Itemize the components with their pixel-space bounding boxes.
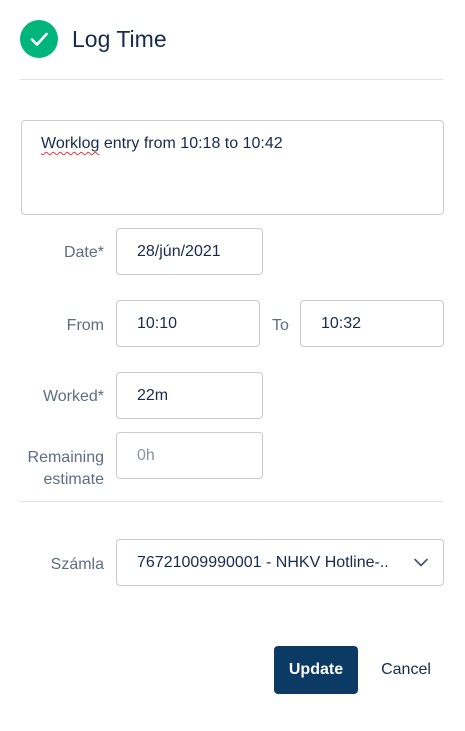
chevron-down-icon <box>414 554 428 572</box>
header-divider <box>20 79 443 80</box>
account-label: Számla <box>50 556 104 573</box>
update-button[interactable]: Update <box>274 646 358 694</box>
account-select[interactable]: 76721009990001 - NHKV Hotline-.. <box>116 539 444 586</box>
to-time-input[interactable]: 10:32 <box>300 300 444 347</box>
dialog-title: Log Time <box>72 25 167 52</box>
comment-text: entry from 10:18 to 10:42 <box>99 135 283 152</box>
account-selected-value: 76721009990001 - NHKV Hotline-.. <box>137 553 389 571</box>
from-label: From <box>66 317 104 334</box>
from-time-input[interactable]: 10:10 <box>116 300 260 347</box>
dialog-header: Log Time <box>20 20 167 58</box>
worked-label: Worked* <box>42 388 104 405</box>
worked-input[interactable]: 22m <box>116 372 263 419</box>
from-time-value: 10:10 <box>137 314 178 332</box>
remaining-estimate-input[interactable]: 0h <box>116 432 263 479</box>
to-label: To <box>272 317 289 334</box>
to-time-value: 10:32 <box>321 314 362 332</box>
check-circle-icon <box>20 20 58 58</box>
section-divider <box>20 501 443 502</box>
comment-misspelled-word: Worklog <box>41 135 100 152</box>
worked-value: 22m <box>137 386 169 404</box>
remaining-label-line1: Remaining <box>27 449 104 466</box>
cancel-button[interactable]: Cancel <box>368 646 444 694</box>
remaining-estimate-placeholder: 0h <box>137 446 155 464</box>
date-label: Date* <box>63 244 104 261</box>
date-value: 28/jún/2021 <box>137 242 221 260</box>
worklog-comment-textarea[interactable]: Worklog entry from 10:18 to 10:42 <box>21 120 444 215</box>
date-input[interactable]: 28/jún/2021 <box>116 228 263 275</box>
remaining-estimate-label: Remaining estimate <box>28 447 104 491</box>
remaining-label-line2: estimate <box>43 471 104 488</box>
